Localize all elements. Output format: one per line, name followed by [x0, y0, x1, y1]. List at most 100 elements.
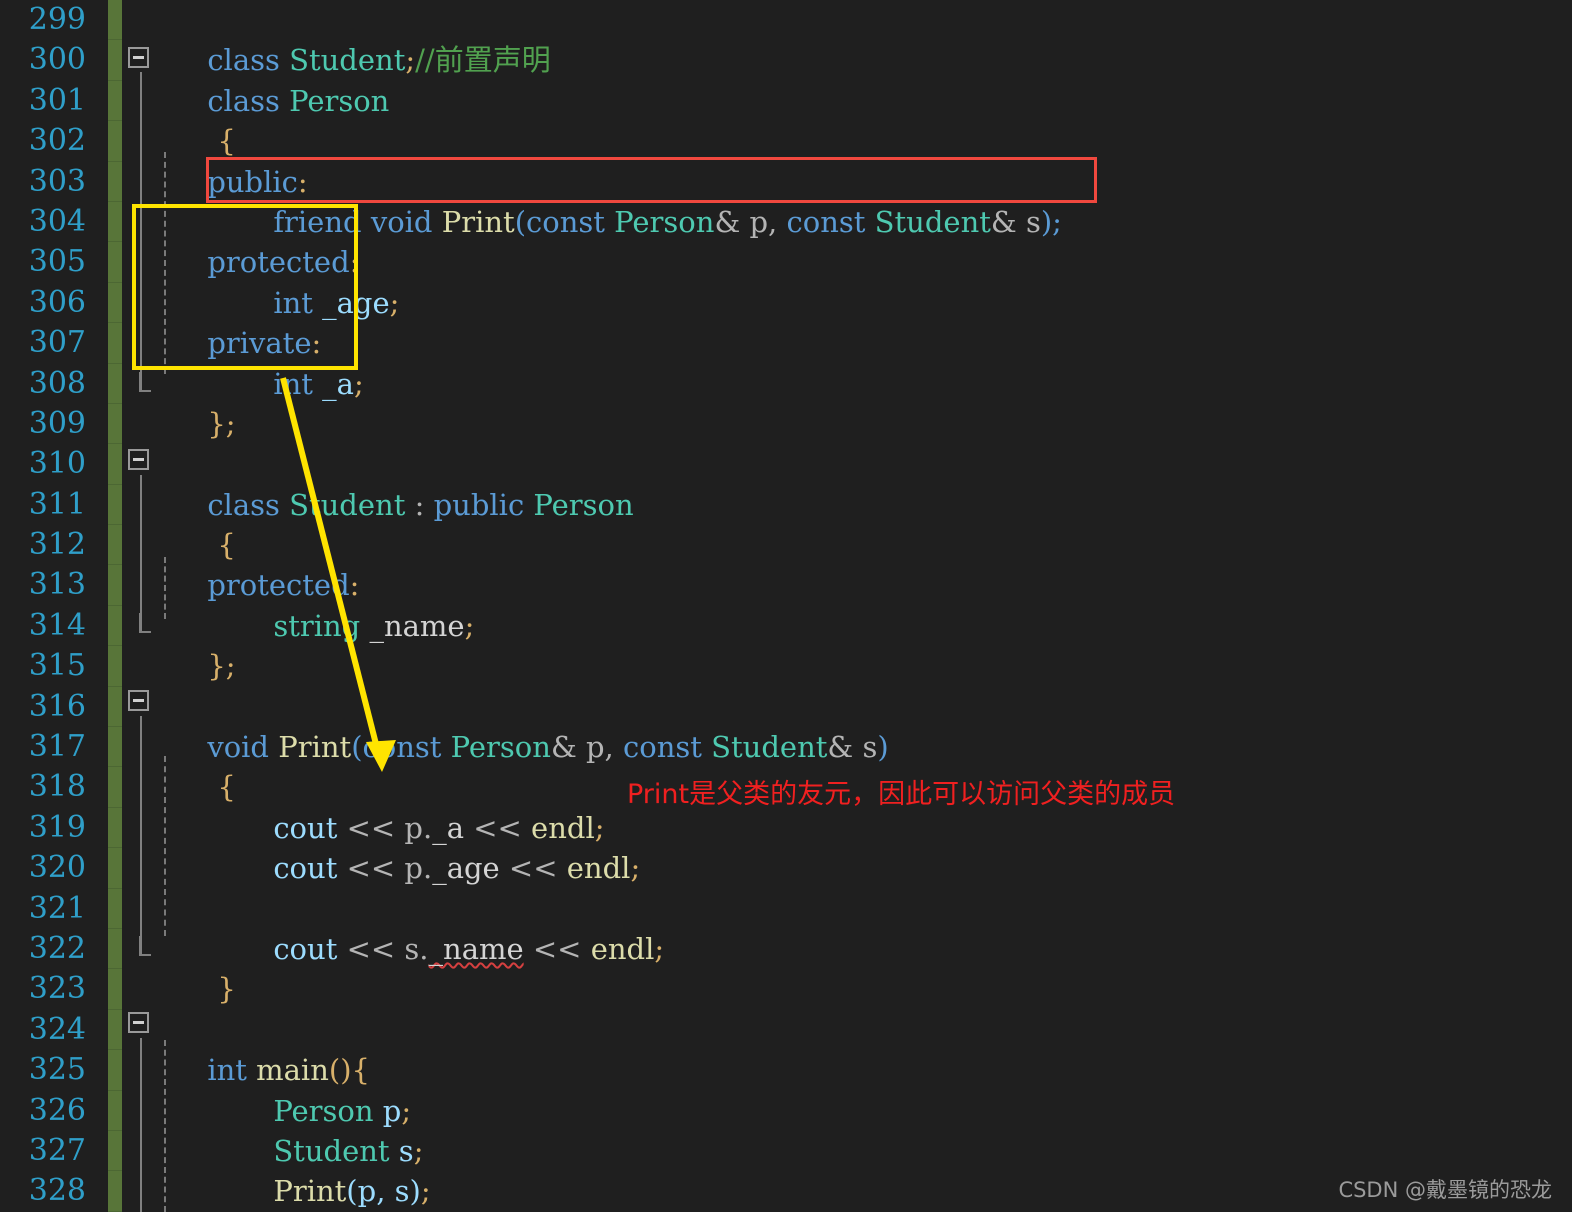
block-guide-elbow-student	[139, 613, 151, 633]
block-guide-elbow-person	[139, 372, 151, 392]
change-bar-segment	[108, 162, 122, 202]
line-number: 321	[28, 890, 86, 926]
indent-guide-student-members	[164, 557, 166, 619]
code-editor: 299 300 301 302 303 304 305 306 307 308 309 310 311 3…	[0, 0, 1572, 1212]
csdn-watermark: CSDN @戴墨镜的恐龙	[1338, 1178, 1552, 1202]
change-bar-segment	[108, 81, 122, 122]
code-line-310[interactable]: class Student : public Person	[122, 444, 1572, 522]
code-line-312[interactable]: protected:	[122, 525, 1572, 602]
code-line-311[interactable]: {	[122, 485, 1572, 562]
change-bar-segment	[108, 606, 122, 647]
code-line-302[interactable]: public:	[122, 121, 1572, 199]
change-bar-segment	[108, 889, 122, 929]
code-line-300[interactable]: class Person	[122, 40, 1572, 118]
change-bar-segment	[108, 646, 122, 687]
line-number: 313	[28, 567, 86, 603]
code-line-317[interactable]: {	[122, 727, 1572, 804]
change-bar-segment	[108, 1050, 122, 1091]
line-number: 306	[28, 284, 86, 320]
change-bar-segment	[108, 687, 122, 728]
change-bar-segment	[108, 364, 122, 404]
code-line-313[interactable]: string _name;	[122, 565, 1572, 643]
fold-toggle-line-310[interactable]	[128, 449, 149, 470]
line-number: 315	[28, 648, 86, 684]
block-guide-person	[140, 72, 142, 390]
fold-toggle-line-300[interactable]	[128, 47, 149, 68]
code-line-314[interactable]: };	[122, 606, 1572, 683]
code-line-315[interactable]	[122, 646, 1572, 686]
code-content-area[interactable]: class Student;//前置声明 class Person { publ…	[122, 0, 1572, 1212]
change-bar-segment	[108, 1010, 122, 1051]
line-number: 303	[28, 163, 86, 199]
code-line-321[interactable]: cout << s._name << endl;	[122, 889, 1572, 966]
change-bar-segment	[108, 0, 122, 41]
change-bar-segment	[108, 1171, 122, 1212]
change-bar-segment	[108, 848, 122, 889]
line-number: 320	[28, 850, 86, 886]
change-bar-segment	[108, 242, 122, 283]
line-number: 308	[28, 365, 86, 401]
line-number: 302	[28, 123, 86, 159]
code-line-325[interactable]: Person p;	[122, 1050, 1572, 1128]
code-line-323[interactable]	[122, 969, 1572, 1009]
change-bar-segment	[108, 525, 122, 566]
line-number: 318	[28, 769, 86, 805]
line-number: 324	[28, 1011, 86, 1047]
line-number-column: 299 300 301 302 303 304 305 306 307 308 309 310 311 3…	[0, 0, 88, 1212]
line-number: 327	[28, 1132, 86, 1168]
line-number: 323	[28, 971, 86, 1007]
line-number: 319	[28, 809, 86, 845]
code-line-309[interactable]	[122, 404, 1572, 444]
line-number: 299	[28, 2, 86, 37]
change-bar-segment	[108, 1091, 122, 1131]
code-line-320[interactable]	[122, 848, 1572, 888]
line-number: 309	[28, 405, 86, 441]
line-number: 305	[28, 244, 86, 280]
line-number: 310	[28, 446, 86, 482]
code-line-305[interactable]: int _age;	[122, 242, 1572, 320]
fold-toggle-line-316[interactable]	[128, 690, 149, 711]
code-line-322[interactable]: }	[122, 929, 1572, 1006]
line-number: 300	[28, 42, 86, 78]
change-bar-segment	[108, 929, 122, 970]
code-line-319[interactable]: cout << p._age << endl;	[122, 808, 1572, 885]
change-bar-segment	[108, 1131, 122, 1172]
change-bar-segment	[108, 485, 122, 526]
code-line-316[interactable]: void Print(const Person& p, const Studen…	[122, 687, 1572, 764]
change-bar-segment	[108, 444, 122, 485]
line-number: 301	[28, 82, 86, 118]
change-bar-segment	[108, 283, 122, 324]
code-line-299[interactable]: class Student;//前置声明	[122, 0, 1572, 77]
code-line-304[interactable]: protected:	[122, 202, 1572, 279]
change-bar-segment	[108, 40, 122, 81]
block-guide-student	[140, 475, 142, 631]
line-number: 326	[28, 1092, 86, 1128]
change-bar-segment	[108, 323, 122, 364]
change-bar-segment	[108, 808, 122, 849]
code-line-308[interactable]: };	[122, 364, 1572, 441]
block-guide-elbow-print	[139, 936, 151, 956]
change-bar-segment	[108, 767, 122, 808]
line-number: 311	[28, 486, 86, 522]
code-line-327[interactable]: Print(p, s);	[122, 1131, 1572, 1208]
editor-gutter: 299 300 301 302 303 304 305 306 307 308 309 310 311 3…	[0, 0, 108, 1212]
change-bar-segment	[108, 404, 122, 445]
line-number: 307	[28, 325, 86, 361]
annotation-red-note: Print是父类的友元，因此可以访问父类的成员	[627, 779, 1176, 810]
block-guide-print	[140, 716, 142, 954]
line-number: 312	[28, 527, 86, 563]
change-bar-segment	[108, 202, 122, 243]
line-number: 314	[28, 607, 86, 643]
code-line-306[interactable]: private:	[122, 283, 1572, 360]
code-line-324[interactable]: int main(){	[122, 1010, 1572, 1087]
change-bar-segment	[108, 969, 122, 1010]
fold-toggle-line-324[interactable]	[128, 1012, 149, 1033]
code-line-303[interactable]: friend void Print(const Person& p, const…	[122, 162, 1572, 239]
line-number: 322	[28, 930, 86, 966]
code-line-326[interactable]: Student s;	[122, 1091, 1572, 1168]
code-line-301[interactable]: {	[122, 81, 1572, 158]
indent-guide-print-body	[164, 756, 166, 936]
line-number: 317	[28, 729, 86, 765]
code-line-307[interactable]: int _a;	[122, 323, 1572, 401]
block-guide-main	[140, 1038, 142, 1212]
